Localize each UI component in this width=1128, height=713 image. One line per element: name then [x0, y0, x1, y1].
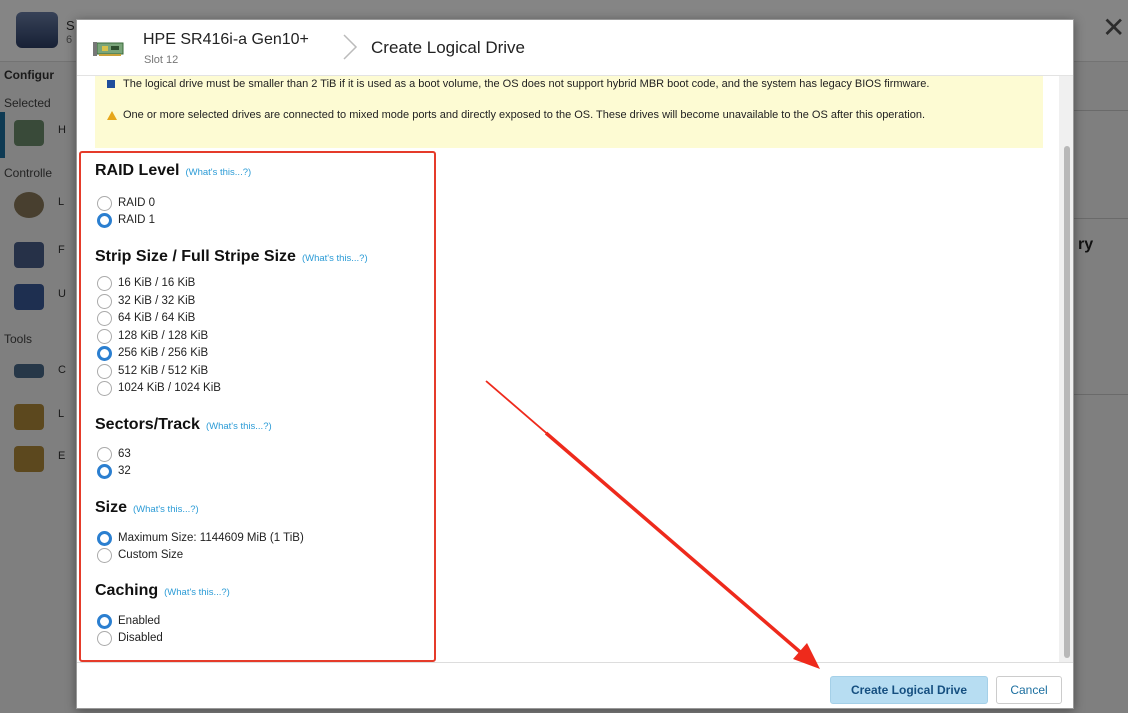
radio-label: 64 KiB / 64 KiB	[118, 312, 196, 324]
info-message-text: The logical drive must be smaller than 2…	[123, 78, 930, 90]
radio-label: Disabled	[118, 632, 163, 644]
size-heading: Size (What's this...?)	[95, 499, 199, 517]
warning-box: The logical drive must be smaller than 2…	[95, 76, 1043, 148]
radio-indicator[interactable]	[97, 346, 112, 361]
radio-label: Custom Size	[118, 549, 184, 561]
controller-slot: Slot 12	[144, 54, 179, 66]
dialog-title: Create Logical Drive	[371, 38, 526, 57]
create-logical-drive-dialog: HPE SR416i-a Gen10+ Slot 12 Create Logic…	[76, 19, 1074, 709]
cancel-button[interactable]: Cancel	[996, 676, 1062, 704]
dialog-footer: Create Logical Drive Cancel	[77, 662, 1073, 708]
scrollbar-thumb[interactable]	[1064, 146, 1070, 658]
radio-indicator[interactable]	[97, 447, 112, 462]
radio-label: Maximum Size: 1144609 MiB (1 TiB)	[118, 532, 304, 544]
whats-this-link[interactable]: (What's this...?)	[185, 167, 251, 178]
radio-label: Enabled	[118, 615, 161, 627]
radio-label: 32	[118, 465, 131, 477]
radio-indicator[interactable]	[97, 381, 112, 396]
radio-label: 256 KiB / 256 KiB	[118, 347, 209, 359]
radio-indicator[interactable]	[97, 631, 112, 646]
radio-indicator[interactable]	[97, 464, 112, 479]
sectors-track-heading: Sectors/Track (What's this...?)	[95, 416, 272, 434]
whats-this-link[interactable]: (What's this...?)	[164, 587, 230, 598]
radio-indicator[interactable]	[97, 276, 112, 291]
radio-label: RAID 1	[118, 214, 156, 226]
raid-level-heading: RAID Level (What's this...?)	[95, 162, 251, 180]
whats-this-link[interactable]: (What's this...?)	[206, 421, 272, 432]
warning-triangle-icon	[107, 111, 117, 120]
raid-level-title: RAID Level	[95, 162, 180, 179]
warning-message: One or more selected drives are connecte…	[107, 109, 1017, 121]
radio-indicator[interactable]	[97, 294, 112, 309]
strip-size-title: Strip Size / Full Stripe Size	[95, 248, 296, 265]
sectors-track-title: Sectors/Track	[95, 416, 200, 433]
create-logical-drive-button[interactable]: Create Logical Drive	[830, 676, 988, 704]
radio-label: 512 KiB / 512 KiB	[118, 365, 209, 377]
dialog-header: HPE SR416i-a Gen10+ Slot 12 Create Logic…	[77, 20, 1073, 76]
radio-label: RAID 0	[118, 197, 156, 209]
radio-indicator[interactable]	[97, 213, 112, 228]
info-square-icon	[107, 80, 115, 88]
caching-heading: Caching (What's this...?)	[95, 582, 230, 600]
controller-card-icon	[93, 42, 124, 56]
radio-label: 16 KiB / 16 KiB	[118, 277, 196, 289]
radio-indicator[interactable]	[97, 364, 112, 379]
dialog-body: The logical drive must be smaller than 2…	[77, 76, 1059, 662]
info-message: The logical drive must be smaller than 2…	[107, 78, 1017, 90]
radio-label: 63	[118, 448, 131, 460]
radio-label: 1024 KiB / 1024 KiB	[118, 382, 221, 394]
size-title: Size	[95, 499, 128, 516]
radio-indicator[interactable]	[97, 531, 112, 546]
breadcrumb-chevron-icon	[343, 34, 358, 60]
warning-message-text: One or more selected drives are connecte…	[123, 109, 926, 121]
radio-indicator[interactable]	[97, 329, 112, 344]
strip-size-heading: Strip Size / Full Stripe Size (What's thi…	[95, 248, 368, 266]
radio-label: 32 KiB / 32 KiB	[118, 295, 196, 307]
radio-indicator[interactable]	[97, 614, 112, 629]
controller-name: HPE SR416i-a Gen10+	[143, 31, 309, 48]
whats-this-link[interactable]: (What's this...?)	[133, 504, 199, 515]
radio-label: 128 KiB / 128 KiB	[118, 330, 209, 342]
settings-form: RAID Level (What's this...?) RAID 0 RAID …	[77, 150, 1057, 662]
radio-indicator[interactable]	[97, 196, 112, 211]
radio-indicator[interactable]	[97, 548, 112, 563]
radio-indicator[interactable]	[97, 311, 112, 326]
whats-this-link[interactable]: (What's this...?)	[302, 253, 368, 264]
caching-title: Caching	[95, 582, 159, 599]
